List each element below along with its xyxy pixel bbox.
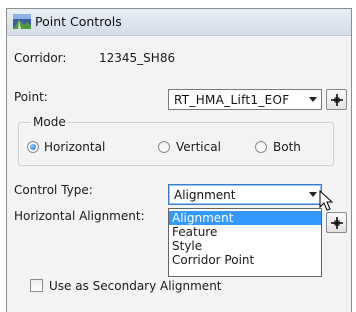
chevron-down-icon[interactable] bbox=[309, 97, 317, 102]
horizontal-alignment-label: Horizontal Alignment: bbox=[14, 209, 145, 223]
control-type-options-list: Alignment Feature Style Corridor Point bbox=[168, 208, 322, 277]
radio-horizontal-label[interactable]: Horizontal bbox=[44, 140, 105, 154]
mode-group-label: Mode bbox=[31, 115, 68, 129]
horizontal-alignment-pick-button[interactable] bbox=[326, 212, 347, 233]
mouse-cursor-icon bbox=[319, 190, 334, 211]
point-pick-button[interactable] bbox=[326, 89, 347, 110]
corridor-value: 12345_SH86 bbox=[99, 51, 176, 65]
radio-both-label[interactable]: Both bbox=[273, 140, 301, 154]
option-style[interactable]: Style bbox=[169, 239, 321, 253]
point-dropdown[interactable]: RT_HMA_Lift1_EOF bbox=[168, 89, 322, 110]
option-feature[interactable]: Feature bbox=[169, 225, 321, 239]
option-corridor-point[interactable]: Corridor Point bbox=[169, 253, 321, 267]
title-bar[interactable]: Point Controls bbox=[7, 9, 351, 36]
crosshair-icon bbox=[331, 217, 343, 229]
point-dropdown-value: RT_HMA_Lift1_EOF bbox=[174, 93, 290, 107]
crosshair-icon bbox=[331, 94, 343, 106]
control-type-label: Control Type: bbox=[14, 183, 93, 197]
radio-horizontal[interactable] bbox=[27, 141, 39, 153]
chevron-down-icon[interactable] bbox=[309, 192, 317, 197]
secondary-alignment-label[interactable]: Use as Secondary Alignment bbox=[49, 279, 222, 293]
corridor-label: Corridor: bbox=[14, 51, 67, 65]
control-type-dropdown-value: Alignment bbox=[174, 188, 236, 202]
control-type-dropdown[interactable]: Alignment bbox=[168, 184, 322, 205]
radio-vertical-label[interactable]: Vertical bbox=[176, 140, 221, 154]
radio-vertical[interactable] bbox=[158, 141, 170, 153]
point-label: Point: bbox=[14, 90, 48, 104]
point-controls-app-icon bbox=[13, 14, 31, 29]
secondary-alignment-checkbox[interactable] bbox=[30, 279, 43, 292]
radio-both[interactable] bbox=[255, 141, 267, 153]
option-alignment[interactable]: Alignment bbox=[169, 211, 321, 225]
window-title: Point Controls bbox=[35, 14, 122, 29]
